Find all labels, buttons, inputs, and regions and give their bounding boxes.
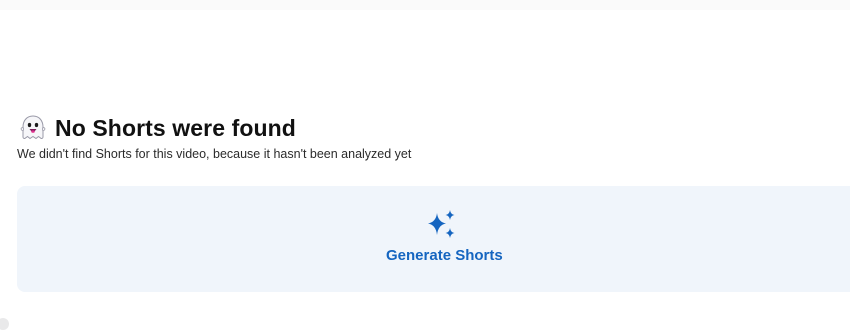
generate-shorts-label: Generate Shorts: [386, 247, 503, 264]
empty-state-description: We didn't find Shorts for this video, be…: [17, 147, 412, 161]
page-title: No Shorts were found: [55, 114, 296, 141]
scroll-indicator: [0, 318, 9, 330]
sparkles-icon: [427, 209, 457, 239]
ghost-icon: [18, 113, 48, 143]
generate-shorts-button[interactable]: Generate Shorts: [17, 186, 850, 292]
empty-state-heading: No Shorts were found: [18, 113, 296, 143]
top-strip: [0, 0, 850, 10]
